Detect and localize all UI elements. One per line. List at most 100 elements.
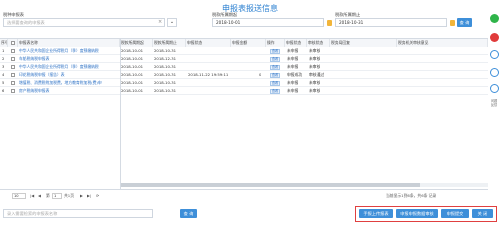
report-name-search-input[interactable]: 录入需要检索的申报表名称 xyxy=(3,209,153,218)
page-title: 申报表报送信息 xyxy=(222,4,278,13)
column-header: 操作 xyxy=(266,39,285,47)
report-table: 序号 申报表名称 税款所属期起 税款所属期止 申报状态 申报金额 操作 申报状态… xyxy=(0,38,488,190)
calendar-icon[interactable] xyxy=(450,20,455,26)
period-start-field[interactable]: 2018-10-01 xyxy=(212,18,324,27)
doc-icon[interactable] xyxy=(490,50,499,59)
list-icon[interactable] xyxy=(490,68,499,77)
report-name-link[interactable]: 印花税纳税申报（报告）表 xyxy=(18,71,119,79)
clear-icon[interactable]: × xyxy=(158,19,162,25)
view-button[interactable]: 查看 xyxy=(270,72,280,78)
view-button[interactable]: 查看 xyxy=(270,88,280,94)
first-page-icon[interactable]: |◀ xyxy=(30,193,34,199)
feedback-label[interactable]: 反馈 xyxy=(488,103,500,108)
period-end-cell: 2018-12-31 xyxy=(154,56,177,61)
report-name-link[interactable]: 增值税、消费税附加税费，地方教育附加税(费)申 xyxy=(18,79,119,87)
column-header: 申报金额 xyxy=(231,39,266,47)
column-header: 申报表名称 xyxy=(18,39,120,47)
report-data-check-button[interactable]: 申报申报数据审核 xyxy=(396,209,438,218)
period-end-cell: 2018-10-31 xyxy=(154,80,177,85)
row-checkbox[interactable] xyxy=(11,57,15,61)
row-checkbox[interactable] xyxy=(11,65,15,69)
row-checkbox[interactable] xyxy=(11,89,15,93)
table-row[interactable]: 5 增值税、消费税附加税费，地方教育附加税(费)申 2018-10-01 201… xyxy=(0,79,488,87)
table-row[interactable]: 3 中华人民共和国企业所得税月（季）度预缴纳税 2018-10-01 2018-… xyxy=(0,63,488,71)
row-number: 6 xyxy=(2,88,5,93)
close-button[interactable]: 关 闭 xyxy=(472,209,493,218)
report-status-cell: 未申报 xyxy=(287,48,299,53)
row-checkbox[interactable] xyxy=(11,81,15,85)
search-button[interactable]: 查 询 xyxy=(180,209,197,218)
report-name-link[interactable]: 房产税纳税申报表 xyxy=(18,87,119,95)
frozen-column-divider xyxy=(120,38,121,190)
next-page-icon[interactable]: ▶ xyxy=(80,193,83,199)
report-status-cell: 未申报 xyxy=(287,64,299,69)
row-number: 5 xyxy=(2,80,5,85)
period-end-field[interactable]: 2018-10-31 xyxy=(335,18,447,27)
last-page-icon[interactable]: ▶| xyxy=(87,193,91,199)
report-name-link[interactable]: 车船税纳税申报表 xyxy=(18,55,119,63)
report-date-cell: 2018-11-22 19:59:11 xyxy=(188,72,229,77)
review-status-cell: 未审核 xyxy=(309,64,321,69)
view-button[interactable]: 查看 xyxy=(270,64,280,70)
period-end-cell: 2018-10-31 xyxy=(154,88,177,93)
page-number-input[interactable]: 1 xyxy=(52,193,62,199)
chevron-down-icon[interactable]: ⌄ xyxy=(167,18,177,27)
page-root: 申报表报送信息 税种申报表 选择要查询的申报表 × ⌄ 税款所属期起 2018-… xyxy=(0,0,500,226)
alert-icon[interactable] xyxy=(490,33,499,42)
report-submit-button[interactable]: 申报提交 xyxy=(441,209,469,218)
column-header: 税款所属期起 xyxy=(120,39,153,47)
view-button[interactable]: 查看 xyxy=(270,80,280,86)
table-row[interactable]: 6 房产税纳税申报表 2018-10-01 2018-10-31 查看 未申报 … xyxy=(0,87,488,95)
report-status-cell: 申报成功 xyxy=(287,72,303,77)
prev-page-icon[interactable]: ◀ xyxy=(38,193,41,199)
table-row[interactable]: 1 中华人民共和国企业所得税月（季）度预缴纳税 2018-10-01 2018-… xyxy=(0,47,488,55)
row-checkbox[interactable] xyxy=(11,73,15,77)
review-status-cell: 未审核 xyxy=(309,80,321,85)
period-start-cell: 2018-10-01 xyxy=(121,64,144,69)
row-number: 2 xyxy=(2,56,5,61)
pagination-bar: 10 |◀ ◀ 第 1 共1页 ▶ ▶| ⟳ 当前显示1到6条，共6条 记录 xyxy=(0,192,488,200)
period-end-cell: 2018-10-31 xyxy=(154,72,177,77)
report-status-cell: 未申报 xyxy=(287,88,299,93)
column-header: 申报状态 xyxy=(186,39,231,47)
view-button[interactable]: 查看 xyxy=(270,48,280,54)
row-number: 4 xyxy=(2,72,5,77)
calendar-icon[interactable] xyxy=(327,20,332,26)
hand-report-upload-button[interactable]: 手报上传报表 xyxy=(359,209,393,218)
column-header: 税务局回复 xyxy=(330,39,397,47)
period-start-cell: 2018-10-01 xyxy=(121,72,144,77)
view-button[interactable]: 查看 xyxy=(270,56,280,62)
period-start-cell: 2018-10-01 xyxy=(121,48,144,53)
tax-type-select[interactable]: 选择要查询的申报表 xyxy=(3,18,165,27)
table-row[interactable]: 2 车船税纳税申报表 2018-10-01 2018-12-31 查看 未申报 … xyxy=(0,55,488,63)
period-end-cell: 2018-10-31 xyxy=(154,64,177,69)
period-start-cell: 2018-10-01 xyxy=(121,88,144,93)
review-status-cell: 审核通过 xyxy=(309,72,325,77)
query-button[interactable]: 查 询 xyxy=(457,18,472,27)
period-end-cell: 2018-10-31 xyxy=(154,48,177,53)
column-header: 税务机关审核意见 xyxy=(397,39,488,47)
period-start-cell: 2018-10-01 xyxy=(121,80,144,85)
review-status-cell: 未审核 xyxy=(309,88,321,93)
table-row[interactable]: 4 印花税纳税申报（报告）表 2018-10-01 2018-10-31 201… xyxy=(0,71,488,79)
review-status-cell: 未审核 xyxy=(309,56,321,61)
page-size-select[interactable]: 10 xyxy=(12,193,26,199)
column-header: 申报状态 xyxy=(285,39,307,47)
row-checkbox[interactable] xyxy=(11,49,15,53)
report-status-cell: 未申报 xyxy=(287,80,299,85)
table-icon[interactable] xyxy=(490,84,499,93)
period-start-cell: 2018-10-01 xyxy=(121,56,144,61)
total-pages-label: 共1页 xyxy=(64,193,75,198)
report-name-link[interactable]: 中华人民共和国企业所得税月（季）度预缴纳税 xyxy=(18,63,119,71)
horizontal-scrollbar[interactable] xyxy=(120,183,488,187)
column-header: 序号 xyxy=(0,39,8,47)
select-all-checkbox[interactable] xyxy=(11,40,15,45)
report-name-link[interactable]: 中华人民共和国企业所得税月（季）度预缴纳税 xyxy=(18,47,119,55)
scrollbar-thumb[interactable] xyxy=(120,183,420,187)
side-toolbar: 问题 反馈 xyxy=(488,8,500,118)
column-header: 审核状态 xyxy=(307,39,330,47)
chat-icon[interactable] xyxy=(490,14,499,23)
column-header: 税款所属期止 xyxy=(153,39,186,47)
row-number: 3 xyxy=(2,64,5,69)
refresh-icon[interactable]: ⟳ xyxy=(96,193,99,199)
